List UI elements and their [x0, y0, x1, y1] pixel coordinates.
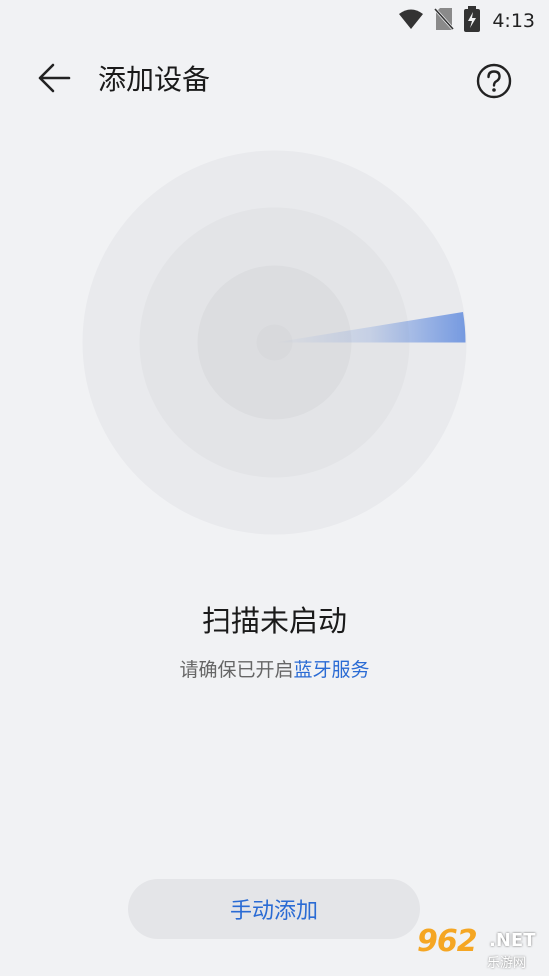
wifi-icon: [398, 8, 424, 34]
scan-hint: 请确保已开启蓝牙服务: [0, 655, 549, 682]
status-bar: 4:13: [0, 0, 549, 36]
question-circle-icon: [475, 63, 513, 104]
watermark-suffix: .NET: [489, 930, 536, 951]
battery-charging-icon: [464, 6, 481, 36]
scan-status-title: 扫描未启动: [201, 604, 347, 638]
watermark-cn: 乐游网: [487, 956, 527, 971]
status-time: 4:13: [492, 10, 535, 32]
bluetooth-service-link[interactable]: 蓝牙服务: [294, 659, 370, 681]
app-bar: 添加设备: [0, 50, 549, 110]
back-button[interactable]: [34, 62, 74, 98]
radar-scanner: [82, 150, 467, 535]
status-icons: 4:13: [398, 6, 535, 36]
manual-add-button[interactable]: 手动添加: [128, 879, 420, 939]
no-sim-icon: [434, 7, 455, 35]
scan-hint-text: 请确保已开启: [179, 659, 294, 681]
page-title: 添加设备: [98, 63, 211, 96]
watermark-number: 962: [417, 924, 478, 959]
arrow-left-icon: [37, 63, 71, 97]
watermark-logo: 962 .NET 乐游网: [409, 924, 541, 972]
help-button[interactable]: [475, 62, 513, 100]
